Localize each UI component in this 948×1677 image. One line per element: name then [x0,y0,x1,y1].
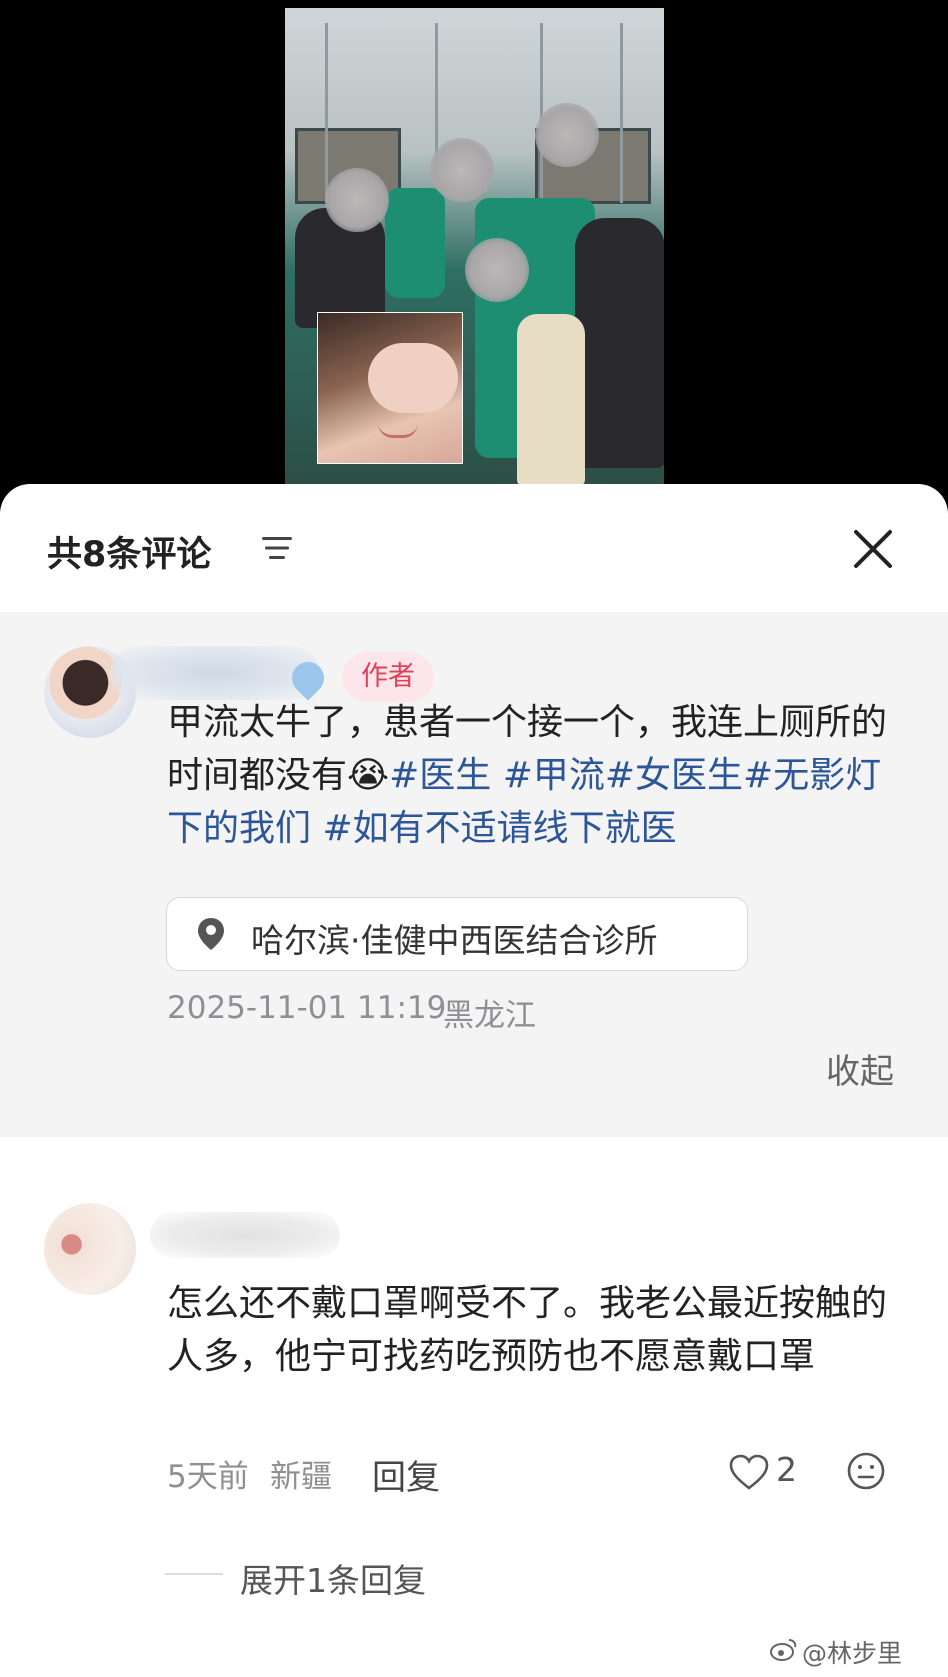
comment-sheet: 共8条评论 作者 甲流太牛了，患者一个接一个，我连上厕所的时间都没有😭#医生 #… [0,484,948,1677]
hashtag-female-doctor[interactable]: #女医生# [605,755,773,796]
heart-icon[interactable] [728,1453,770,1491]
sort-icon[interactable] [260,535,294,561]
region-label: 黑龙江 [443,998,536,1034]
location-label: 哈尔滨·佳健中西医结合诊所 [251,921,658,960]
weibo-logo-icon [770,1639,797,1661]
blurred-face [535,103,599,167]
reply-button[interactable]: 回复 [372,1450,440,1499]
divider [165,1573,223,1575]
avatar[interactable] [44,1203,136,1295]
author-badge: 作者 [342,652,434,702]
comment-text: 怎么还不戴口罩啊受不了。我老公最近按触的人多，他宁可找药吃预防也不愿意戴口罩 [167,1283,888,1377]
hashtag-flu[interactable]: #甲流 [503,755,605,796]
smile [378,423,418,438]
pinned-author-comment: 作者 甲流太牛了，患者一个接一个，我连上厕所的时间都没有😭#医生 #甲流#女医生… [0,612,948,1137]
hand [368,343,458,413]
close-icon[interactable] [850,526,896,572]
blurred-username[interactable] [110,646,320,700]
comment-text: 甲流太牛了，患者一个接一个，我连上厕所的时间都没有😭#医生 #甲流#女医生#无影… [167,696,915,855]
comment-time: 5天前 [167,1459,249,1495]
face-inset [317,312,463,464]
chair [385,188,445,298]
sheet-header: 共8条评论 [0,484,948,612]
crying-emoji: 😭 [347,755,390,796]
watermark: @林步里 [802,1639,903,1668]
container [517,314,585,484]
expand-replies-button[interactable]: 展开1条回复 [240,1554,426,1602]
blurred-face [465,238,529,302]
collapse-button[interactable]: 收起 [826,1044,894,1093]
location-chip[interactable]: 哈尔滨·佳健中西医结合诊所 [166,897,748,971]
blurred-face [430,138,494,202]
blurred-face [325,168,389,232]
location-pin-icon [198,918,224,950]
video-preview[interactable] [285,8,664,484]
hashtag-seek-care[interactable]: #如有不适请线下就医 [322,808,676,849]
comment-count-title: 共8条评论 [47,535,212,575]
iv-pole [620,23,623,203]
iv-pole [325,23,328,203]
like-count: 2 [776,1450,797,1489]
hashtag-doctor[interactable]: #医生 [389,755,503,796]
person [575,218,664,468]
emoji-face-icon[interactable] [846,1451,886,1491]
blurred-username[interactable] [150,1212,340,1258]
comment-region: 新疆 [270,1459,332,1495]
timestamp: 2025-11-01 11:19 [167,990,447,1026]
